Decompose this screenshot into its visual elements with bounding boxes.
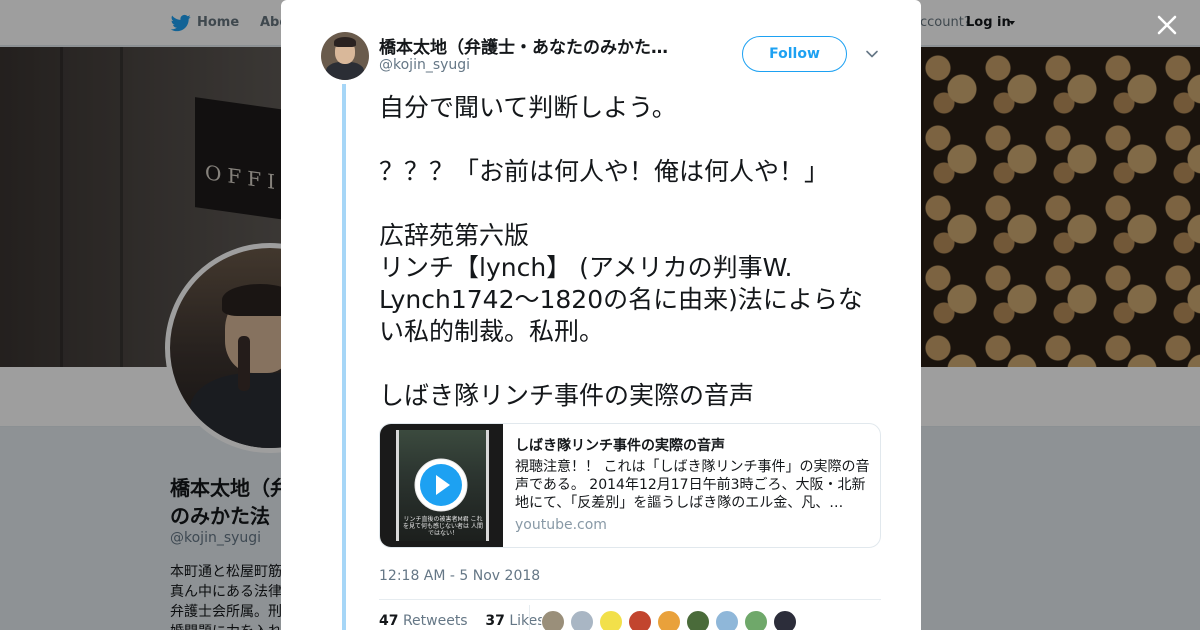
stats-separator [529, 605, 530, 630]
follow-button[interactable]: Follow [742, 36, 847, 72]
play-icon[interactable] [413, 457, 469, 513]
link-card[interactable]: リンチ直後の被害者M君 これを見て何も感じない者は 人間ではない！ しばき隊リン… [379, 423, 881, 548]
card-title[interactable]: しばき隊リンチ事件の実際の音声 [515, 435, 725, 455]
tweet-timestamp[interactable]: 12:18 AM - 5 Nov 2018 [379, 568, 540, 584]
card-domain: youtube.com [515, 517, 607, 533]
thread-line [342, 84, 346, 630]
author-handle[interactable]: @kojin_syugi [379, 57, 470, 73]
retweets-stat[interactable]: 47 Retweets [379, 613, 468, 629]
stats-divider [379, 599, 881, 600]
liker-avatar[interactable] [715, 610, 739, 630]
card-thumbnail[interactable]: リンチ直後の被害者M君 これを見て何も感じない者は 人間ではない！ [380, 424, 503, 547]
liker-avatar[interactable] [686, 610, 710, 630]
thumbnail-caption: リンチ直後の被害者M君 これを見て何も感じない者は 人間ではない！ [403, 516, 483, 537]
liker-avatar[interactable] [628, 610, 652, 630]
liker-avatar[interactable] [773, 610, 797, 630]
chevron-down-icon[interactable] [865, 47, 879, 61]
liker-avatar[interactable] [599, 610, 623, 630]
author-name[interactable]: 橋本太地（弁護士・あなたのみかた… [379, 33, 689, 58]
close-icon[interactable] [1152, 10, 1182, 40]
tweet-text: 自分で聞いて判断しよう。 ？？？「お前は何人や！俺は何人や！」 広辞苑第六版 リ… [379, 93, 863, 410]
liker-avatar[interactable] [570, 610, 594, 630]
liker-avatar[interactable] [541, 610, 565, 630]
tweet-modal: 橋本太地（弁護士・あなたのみかた… @kojin_syugi Follow 自分… [281, 0, 921, 630]
tweet-stats: 47 Retweets 37 Likes [379, 613, 545, 629]
card-description: 視聴注意！！ これは「しばき隊リンチ事件」の実際の音声である。 2014年12月… [515, 459, 870, 511]
liker-avatar[interactable] [744, 610, 768, 630]
liker-avatar[interactable] [657, 610, 681, 630]
likes-stat[interactable]: 37 Likes [485, 613, 544, 629]
author-avatar[interactable] [321, 32, 369, 80]
